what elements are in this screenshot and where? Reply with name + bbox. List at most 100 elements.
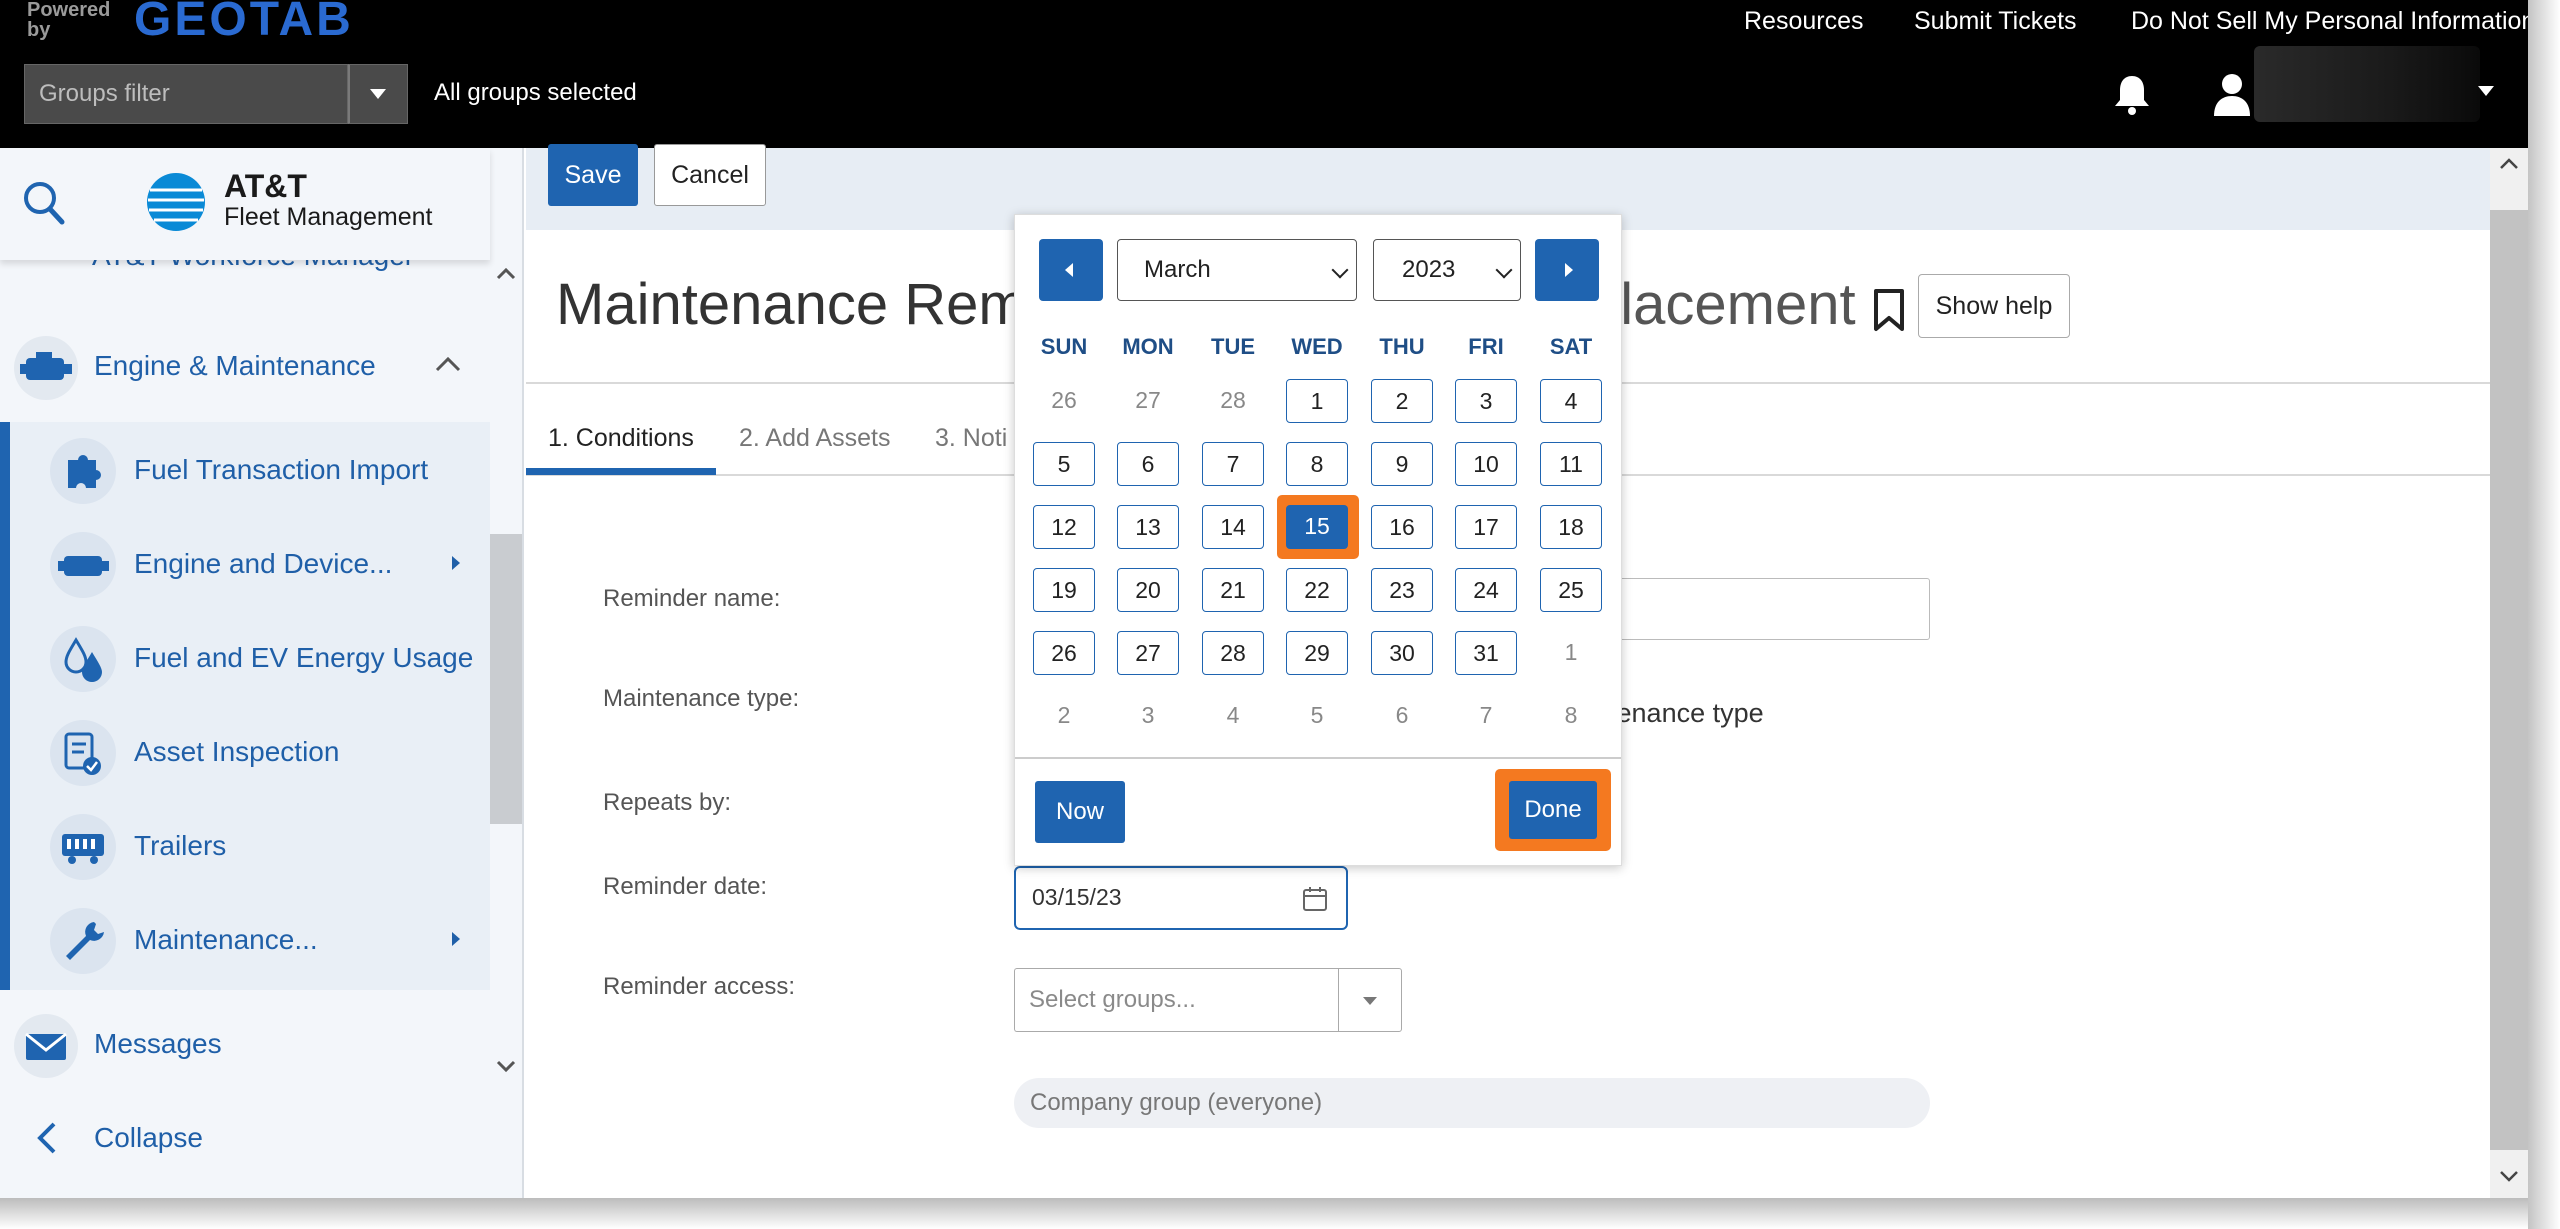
active-tab-indicator bbox=[526, 468, 716, 475]
calendar-day[interactable]: 14 bbox=[1202, 505, 1264, 549]
weekday-header: THU bbox=[1379, 334, 1425, 359]
sidebar-item-fuel-transaction-import[interactable]: Fuel Transaction Import bbox=[10, 422, 490, 516]
calendar-day[interactable]: 27 bbox=[1117, 631, 1179, 675]
calendar-day[interactable]: 4 bbox=[1540, 379, 1602, 423]
calendar-day[interactable]: 19 bbox=[1033, 568, 1095, 612]
calendar-day[interactable]: 24 bbox=[1455, 568, 1517, 612]
bell-icon[interactable] bbox=[2112, 72, 2152, 116]
calendar-day[interactable]: 13 bbox=[1117, 505, 1179, 549]
calendar-day[interactable]: 18 bbox=[1540, 505, 1602, 549]
scroll-up-icon[interactable] bbox=[2498, 154, 2520, 174]
calendar-day[interactable]: 11 bbox=[1540, 442, 1602, 486]
repeats-by-label: Repeats by: bbox=[603, 789, 732, 816]
calendar-day[interactable]: 30 bbox=[1371, 631, 1433, 675]
calendar-day[interactable]: 20 bbox=[1117, 568, 1179, 612]
sidebar-collapse-button[interactable]: Collapse bbox=[0, 1086, 490, 1190]
chevron-down-icon[interactable] bbox=[2478, 86, 2494, 96]
wrench-icon bbox=[50, 908, 116, 974]
calendar-day[interactable]: 22 bbox=[1286, 568, 1348, 612]
chevron-right-icon bbox=[452, 932, 460, 946]
month-select[interactable]: March bbox=[1117, 239, 1357, 301]
groups-filter-input[interactable]: Groups filter bbox=[24, 64, 348, 124]
calendar-day[interactable]: 7 bbox=[1202, 442, 1264, 486]
scroll-down-icon[interactable] bbox=[2498, 1166, 2520, 1186]
engine-icon bbox=[14, 336, 78, 400]
sidebar-item-maintenance[interactable]: Maintenance... bbox=[10, 892, 490, 986]
sidebar-scrollbar[interactable] bbox=[490, 534, 522, 824]
calendar-day[interactable]: 9 bbox=[1371, 442, 1433, 486]
calendar-icon[interactable] bbox=[1302, 886, 1328, 912]
now-button[interactable]: Now bbox=[1035, 781, 1125, 843]
do-not-sell-link[interactable]: Do Not Sell My Personal Information bbox=[2131, 6, 2535, 36]
user-name-redacted[interactable] bbox=[2254, 46, 2480, 122]
select-groups-dropdown[interactable] bbox=[1338, 968, 1402, 1032]
sidebar-item-fuel-ev-energy-usage[interactable]: Fuel and EV Energy Usage bbox=[10, 610, 490, 704]
calendar-day[interactable]: 26 bbox=[1033, 631, 1095, 675]
reminder-date-label: Reminder date: bbox=[603, 873, 768, 900]
puzzle-icon bbox=[50, 438, 116, 504]
page-title-continued: placement bbox=[1588, 272, 1856, 337]
calendar-day[interactable]: 16 bbox=[1371, 505, 1433, 549]
user-icon[interactable] bbox=[2212, 70, 2252, 118]
calendar-day[interactable]: 15 bbox=[1286, 505, 1348, 549]
reminder-access-label: Reminder access: bbox=[603, 973, 796, 1000]
submit-tickets-link[interactable]: Submit Tickets bbox=[1914, 6, 2077, 36]
calendar-day[interactable]: 5 bbox=[1033, 442, 1095, 486]
calendar-day[interactable]: 23 bbox=[1371, 568, 1433, 612]
groups-status-text: All groups selected bbox=[434, 79, 637, 106]
sidebar-item-engine-and-device[interactable]: Engine and Device... bbox=[10, 516, 490, 610]
sidebar-item-engine-maintenance[interactable]: Engine & Maintenance bbox=[0, 314, 490, 418]
calendar-day[interactable]: 2 bbox=[1371, 379, 1433, 423]
previous-month-button[interactable] bbox=[1039, 239, 1103, 301]
calendar-day[interactable]: 6 bbox=[1117, 442, 1179, 486]
select-groups-input[interactable]: Select groups... bbox=[1014, 968, 1338, 1032]
calendar-day[interactable]: 12 bbox=[1033, 505, 1095, 549]
calendar-day[interactable]: 25 bbox=[1540, 568, 1602, 612]
geotab-logo: GEOTAB bbox=[134, 0, 354, 46]
calendar-day-outside-month: 7 bbox=[1455, 694, 1517, 738]
sidebar-item-trailers[interactable]: Trailers bbox=[10, 798, 490, 892]
calendar-day[interactable]: 28 bbox=[1202, 631, 1264, 675]
main-scrollbar-thumb[interactable] bbox=[2490, 210, 2528, 1150]
scroll-down-icon[interactable] bbox=[494, 1054, 518, 1078]
save-button[interactable]: Save bbox=[548, 144, 638, 206]
calendar-day[interactable]: 21 bbox=[1202, 568, 1264, 612]
att-globe-logo bbox=[147, 173, 205, 231]
resources-link[interactable]: Resources bbox=[1744, 6, 1864, 36]
weekday-header: MON bbox=[1122, 334, 1174, 359]
chevron-down-icon bbox=[370, 89, 386, 99]
next-month-button[interactable] bbox=[1535, 239, 1599, 301]
year-select[interactable]: 2023 bbox=[1373, 239, 1521, 301]
sidebar-item-label: Asset Inspection bbox=[134, 736, 340, 767]
sidebar-item-label: Trailers bbox=[134, 830, 227, 861]
chevron-up-icon[interactable] bbox=[434, 354, 462, 374]
sidebar-item-messages[interactable]: Messages bbox=[0, 992, 490, 1096]
cancel-button[interactable]: Cancel bbox=[654, 144, 766, 206]
scroll-up-icon[interactable] bbox=[494, 262, 518, 286]
tab-add-assets[interactable]: 2. Add Assets bbox=[739, 418, 891, 458]
weekday-header: FRI bbox=[1468, 334, 1504, 359]
sidebar-item-asset-inspection[interactable]: Asset Inspection bbox=[10, 704, 490, 798]
calendar-day-outside-month: 3 bbox=[1117, 694, 1179, 738]
calendar-day[interactable]: 17 bbox=[1455, 505, 1517, 549]
sidebar-item-label: Messages bbox=[94, 1028, 222, 1059]
chevron-left-icon bbox=[37, 1122, 56, 1154]
weekday-header: WED bbox=[1291, 334, 1343, 359]
company-group-chip[interactable]: Company group (everyone) bbox=[1014, 1078, 1930, 1128]
calendar-day[interactable]: 3 bbox=[1455, 379, 1517, 423]
tab-notifications[interactable]: 3. Noti bbox=[935, 418, 1007, 458]
calendar-day-outside-month: 26 bbox=[1033, 379, 1095, 423]
groups-filter-dropdown-button[interactable] bbox=[348, 64, 408, 124]
chevron-down-icon bbox=[1495, 261, 1513, 279]
done-button[interactable]: Done bbox=[1509, 781, 1597, 839]
calendar-day[interactable]: 31 bbox=[1455, 631, 1517, 675]
calendar-day[interactable]: 1 bbox=[1286, 379, 1348, 423]
calendar-day[interactable]: 10 bbox=[1455, 442, 1517, 486]
calendar-day[interactable]: 8 bbox=[1286, 442, 1348, 486]
search-icon[interactable] bbox=[20, 176, 68, 228]
tab-conditions[interactable]: 1. Conditions bbox=[548, 418, 694, 458]
calendar-day[interactable]: 29 bbox=[1286, 631, 1348, 675]
show-help-button[interactable]: Show help bbox=[1918, 274, 2070, 338]
bookmark-icon[interactable] bbox=[1870, 288, 1908, 332]
sidebar-item-label: Maintenance... bbox=[134, 924, 318, 955]
